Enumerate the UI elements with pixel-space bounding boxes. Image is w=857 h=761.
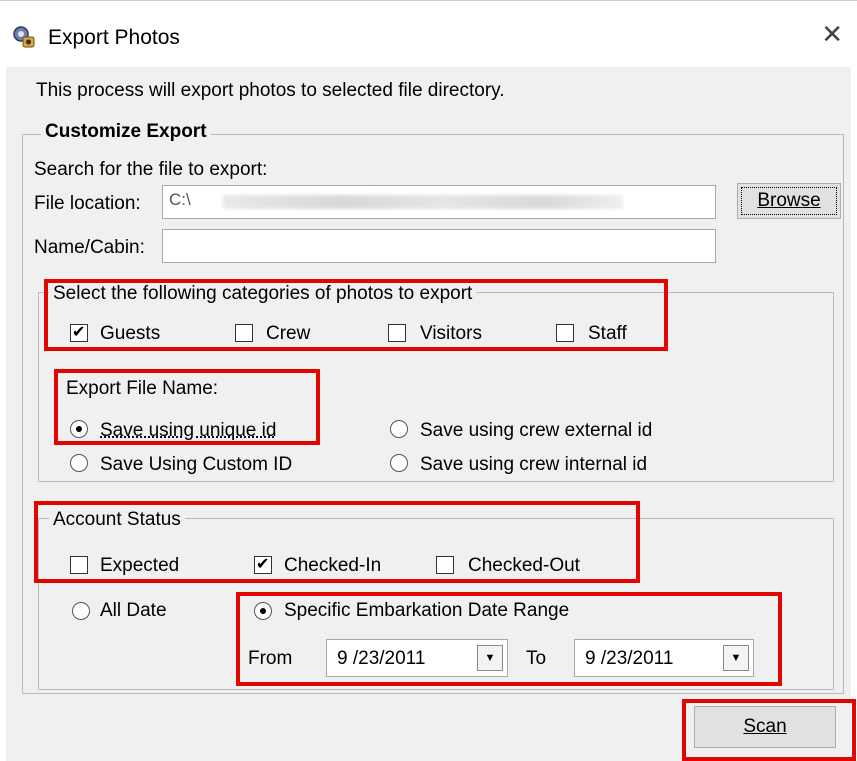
browse-button[interactable]: Browse [737,183,841,219]
export-photos-dialog: Export Photos ✕ This process will export… [0,0,857,761]
customize-export-legend: Customize Export [41,121,211,143]
checked-out-label: Checked-Out [468,555,580,576]
expected-checkbox[interactable] [70,556,88,574]
dialog-left-edge [0,66,6,761]
to-date-picker[interactable]: 9 /23/2011 ▼ [574,639,754,677]
close-icon[interactable]: ✕ [821,19,843,50]
file-location-input[interactable]: C:\ [162,185,716,219]
date-range-radio[interactable] [254,602,272,620]
guests-checkbox[interactable] [70,322,88,342]
checked-in-label: Checked-In [284,555,382,576]
browse-button-label: Browse [757,190,821,211]
all-date-radio[interactable] [72,602,90,620]
custom-id-label: Save Using Custom ID [100,454,293,475]
crew-external-id-label: Save using crew external id [420,420,653,441]
checked-out-checkbox[interactable] [436,556,454,574]
to-date-value: 9 /23/2011 [585,648,674,669]
checked-in-checkbox[interactable] [254,554,272,574]
crew-internal-id-radio[interactable] [390,454,408,472]
intro-text: This process will export photos to selec… [36,80,505,101]
file-location-label: File location: [34,193,141,214]
date-range-label: Specific Embarkation Date Range [284,600,570,621]
visitors-label: Visitors [420,323,482,344]
from-date-picker[interactable]: 9 /23/2011 ▼ [326,639,508,677]
file-location-value: C:\ [169,190,191,209]
scan-button-label: Scan [743,716,787,737]
categories-legend: Select the following categories of photo… [49,283,477,305]
crew-internal-id-label: Save using crew internal id [420,454,648,475]
from-label: From [248,648,293,669]
account-status-legend: Account Status [49,509,185,531]
guests-label: Guests [100,323,161,344]
crew-label: Crew [266,323,311,344]
unique-id-label: Save using unique id [100,420,277,441]
all-date-label: All Date [100,600,167,621]
name-cabin-input[interactable] [162,229,716,263]
staff-label: Staff [588,323,627,344]
crew-checkbox[interactable] [235,324,253,342]
export-file-name-label: Export File Name: [66,378,219,399]
crew-external-id-radio[interactable] [390,420,408,438]
unique-id-radio[interactable] [70,420,88,438]
to-label: To [526,648,547,669]
to-dropdown-arrow-icon[interactable]: ▼ [723,645,749,671]
app-icon [13,26,35,48]
from-dropdown-arrow-icon[interactable]: ▼ [477,645,503,671]
window-title: Export Photos [48,26,180,49]
redacted-path [223,195,623,209]
search-label: Search for the file to export: [34,159,268,180]
from-date-value: 9 /23/2011 [337,648,426,669]
dialog-right-edge [851,66,857,761]
custom-id-radio[interactable] [70,454,88,472]
name-cabin-label: Name/Cabin: [34,237,145,258]
title-bar: Export Photos ✕ [0,0,857,67]
scan-button[interactable]: Scan [694,706,836,748]
visitors-checkbox[interactable] [388,324,406,342]
staff-checkbox[interactable] [556,324,574,342]
expected-label: Expected [100,555,180,576]
